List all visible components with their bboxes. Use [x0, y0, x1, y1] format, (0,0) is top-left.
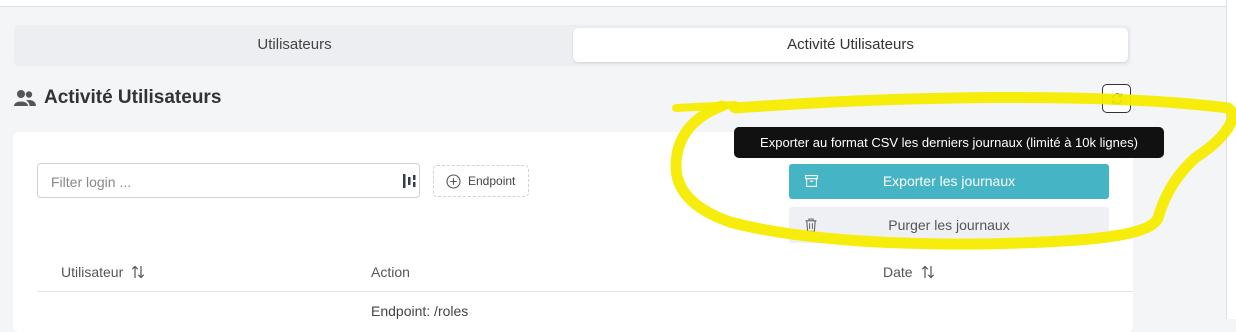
column-header-date[interactable]: Date: [883, 262, 935, 282]
page-title: Activité Utilisateurs: [44, 87, 222, 108]
tab-activite-utilisateurs[interactable]: Activité Utilisateurs: [573, 28, 1128, 62]
purge-logs-label: Purger les journaux: [888, 217, 1010, 233]
export-logs-label: Exporter les journaux: [882, 173, 1016, 189]
column-label-action: Action: [371, 264, 410, 280]
section-header: Activité Utilisateurs: [14, 86, 221, 110]
refresh-icon: [1111, 93, 1122, 104]
sort-icon[interactable]: [921, 265, 935, 279]
filter-icon[interactable]: [402, 173, 416, 189]
sort-icon[interactable]: [131, 265, 145, 279]
filter-login-field[interactable]: [37, 163, 420, 198]
plus-circle-icon: [446, 173, 461, 189]
refresh-button[interactable]: [1102, 84, 1131, 113]
column-header-action: Action: [371, 262, 410, 282]
column-label-utilisateur: Utilisateur: [61, 264, 124, 280]
export-tooltip: Exporter au format CSV les derniers jour…: [734, 127, 1164, 158]
right-panel-edge: [1226, 0, 1236, 319]
tab-bar: Utilisateurs Activité Utilisateurs: [14, 25, 1131, 66]
export-logs-button[interactable]: Exporter les journaux: [789, 164, 1109, 199]
filter-login-input[interactable]: [49, 171, 393, 193]
purge-logs-button[interactable]: Purger les journaux: [789, 207, 1109, 243]
endpoint-label: Endpoint: [468, 174, 516, 188]
column-label-date: Date: [883, 264, 913, 280]
table-header-divider: [37, 291, 1133, 292]
archive-icon: [805, 175, 818, 187]
endpoint-filter-button[interactable]: Endpoint: [433, 165, 529, 197]
users-icon: [14, 90, 36, 106]
table-cell-action: Endpoint: /roles: [371, 303, 469, 319]
trash-icon: [805, 218, 817, 232]
column-header-utilisateur[interactable]: Utilisateur: [61, 262, 145, 282]
top-strip: [0, 0, 1226, 7]
tab-utilisateurs[interactable]: Utilisateurs: [18, 28, 571, 62]
